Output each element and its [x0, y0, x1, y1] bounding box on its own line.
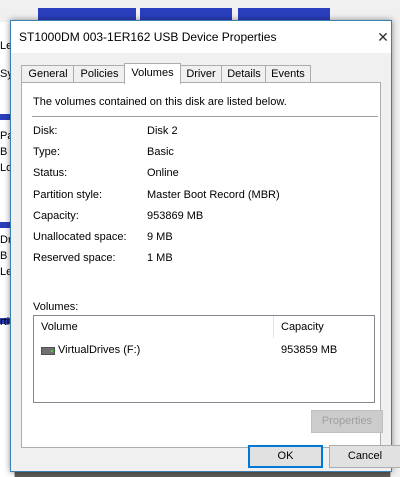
tab-volumes[interactable]: Volumes: [124, 63, 181, 84]
cancel-button[interactable]: Cancel: [329, 445, 400, 468]
capacity-value: 953869 MB: [147, 210, 204, 222]
partition-style-label: Partition style:: [33, 189, 103, 201]
dialog-title: ST1000DM 003-1ER162 USB Device Propertie…: [19, 30, 277, 44]
status-label: Status:: [33, 167, 68, 179]
tab-details[interactable]: Details: [221, 65, 267, 83]
disk-label: Disk:: [33, 125, 58, 137]
properties-dialog: ST1000DM 003-1ER162 USB Device Propertie…: [10, 20, 400, 472]
tab-driver[interactable]: Driver: [179, 65, 223, 83]
intro-text: The volumes contained on this disk are l…: [33, 96, 287, 108]
column-header-capacity[interactable]: Capacity: [274, 316, 373, 338]
volume-name: VirtualDrives (F:): [58, 344, 141, 356]
separator: [32, 116, 378, 117]
volumes-panel: The volumes contained on this disk are l…: [21, 82, 383, 448]
reserved-label: Reserved space:: [33, 252, 116, 264]
type-value: Basic: [147, 146, 174, 158]
title-bar[interactable]: ST1000DM 003-1ER162 USB Device Propertie…: [11, 21, 391, 53]
properties-button[interactable]: Properties: [311, 410, 383, 433]
reserved-value: 1 MB: [147, 252, 173, 264]
tab-events[interactable]: Events: [265, 65, 311, 83]
close-icon[interactable]: ✕: [375, 21, 391, 53]
volumes-heading: Volumes:: [33, 301, 79, 313]
column-header-volume[interactable]: Volume: [34, 316, 274, 338]
disk-value: Disk 2: [147, 125, 178, 137]
list-item[interactable]: VirtualDrives (F:) 953859 MB: [34, 343, 374, 359]
ok-button[interactable]: OK: [248, 445, 323, 468]
status-value: Online: [147, 167, 179, 179]
partition-style-value: Master Boot Record (MBR): [147, 189, 280, 201]
volume-capacity: 953859 MB: [281, 344, 338, 356]
tab-policies[interactable]: Policies: [73, 65, 126, 83]
type-label: Type:: [33, 146, 60, 158]
unallocated-value: 9 MB: [147, 231, 173, 243]
volumes-list[interactable]: Volume Capacity VirtualDrives (F:) 95385…: [33, 315, 375, 403]
tab-general[interactable]: General: [21, 65, 75, 83]
unallocated-label: Unallocated space:: [33, 231, 127, 243]
drive-icon: [41, 347, 55, 355]
capacity-label: Capacity:: [33, 210, 79, 222]
